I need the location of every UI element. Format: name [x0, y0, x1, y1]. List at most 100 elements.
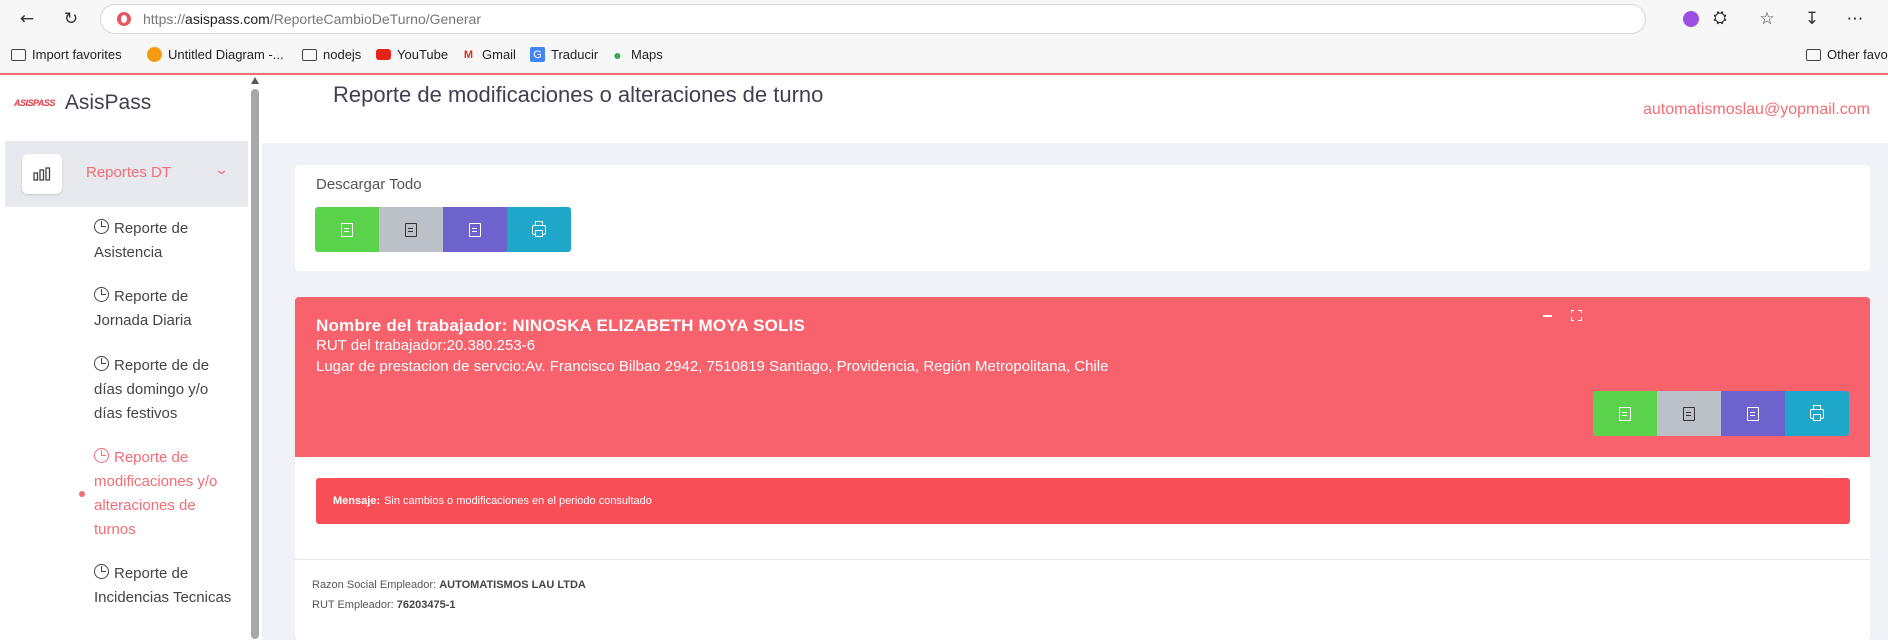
- worker-card: Nombre del trabajador: NINOSKA ELIZABETH…: [295, 297, 1870, 640]
- excel-icon: [1619, 406, 1631, 421]
- bookmark-label: Import favorites: [32, 47, 122, 62]
- download-all-buttons: [315, 207, 571, 252]
- page-header: Reporte de modificaciones o alteraciones…: [262, 75, 1888, 143]
- bookmark-nodejs[interactable]: nodejs: [302, 47, 361, 62]
- bookmark-other-favorites[interactable]: Other favor: [1806, 47, 1888, 62]
- translate-icon: G: [530, 47, 545, 62]
- sidebar-section-label: Reportes DT: [86, 164, 172, 181]
- main-content: Reporte de modificaciones o alteraciones…: [262, 75, 1888, 640]
- favorites-icon[interactable]: ☆: [1755, 7, 1779, 31]
- employer-name-value: AUTOMATISMOS LAU LTDA: [439, 579, 586, 591]
- divider: [295, 559, 1870, 560]
- bookmark-label: nodejs: [323, 47, 362, 62]
- clock-icon: [94, 287, 109, 302]
- scroll-up-icon[interactable]: [251, 77, 259, 84]
- scroll-thumb[interactable]: [251, 89, 259, 639]
- sidebar-item-label: Reporte de Incidencias Tecnicas: [94, 565, 232, 606]
- bookmark-label: Gmail: [482, 47, 516, 62]
- drawio-icon: [147, 47, 162, 62]
- print-all-button[interactable]: [507, 207, 571, 252]
- employer-rut-label: RUT Empleador:: [312, 599, 394, 611]
- sidebar-item-modificaciones-turnos[interactable]: Reporte de modificaciones y/o alteracion…: [94, 446, 234, 542]
- word-icon: [469, 222, 481, 237]
- bookmark-import-favorites[interactable]: Import favorites: [11, 47, 122, 62]
- sidebar-item-label: Reporte de modificaciones y/o alteracion…: [94, 449, 218, 538]
- maps-icon: ●: [613, 46, 622, 63]
- browser-toolbar: ← ↻ https://asispass.com/ReporteCambioDe…: [0, 0, 1888, 38]
- clock-icon: [94, 448, 109, 463]
- sidebar: ASISPASS AsisPass Reportes DT ⌄ Reporte …: [0, 75, 262, 640]
- brand-logo: ASISPASS: [14, 98, 55, 108]
- gmail-icon: M: [463, 48, 474, 61]
- sidebar-section-reportes-dt[interactable]: Reportes DT ⌄: [5, 141, 248, 207]
- worker-rut: RUT del trabajador:20.380.253-6: [316, 337, 536, 354]
- download-word-button[interactable]: [443, 207, 507, 252]
- pdf-icon: [405, 222, 417, 237]
- address-bar[interactable]: https://asispass.com/ReporteCambioDeTurn…: [100, 4, 1646, 34]
- sidebar-item-domingos-festivos[interactable]: Reporte de de días domingo y/o días fest…: [94, 354, 234, 426]
- folder-icon: [302, 48, 317, 61]
- url-text: https://asispass.com/ReporteCambioDeTurn…: [143, 11, 481, 27]
- import-icon: [11, 48, 26, 61]
- sidebar-item-incidencias-tecnicas[interactable]: Reporte de Incidencias Tecnicas: [94, 562, 234, 610]
- message-alert: Mensaje: Sin cambios o modificaciones en…: [316, 478, 1850, 524]
- clock-icon: [94, 219, 109, 234]
- download-excel-button[interactable]: [315, 207, 379, 252]
- active-indicator-dot: [79, 491, 85, 497]
- pdf-icon: [1683, 406, 1695, 421]
- worker-print-button[interactable]: [1785, 391, 1849, 436]
- sidebar-item-asistencia[interactable]: Reporte de Asistencia: [94, 217, 234, 265]
- bookmark-label: Maps: [631, 47, 663, 62]
- clock-icon: [94, 356, 109, 371]
- worker-download-buttons: [1593, 391, 1849, 436]
- download-pdf-button[interactable]: [379, 207, 443, 252]
- bookmark-label: Traducir: [551, 47, 599, 62]
- sidebar-item-label: Reporte de de días domingo y/o días fest…: [94, 357, 210, 422]
- worker-name: Nombre del trabajador: NINOSKA ELIZABETH…: [316, 316, 806, 335]
- worker-service-place: Lugar de prestacion de servcio:Av. Franc…: [316, 358, 1109, 375]
- brand[interactable]: ASISPASS AsisPass: [14, 91, 151, 115]
- worker-excel-button[interactable]: [1593, 391, 1657, 436]
- minimize-icon[interactable]: [1543, 315, 1552, 317]
- message-label: Mensaje:: [333, 495, 381, 507]
- bookmarks-bar: Import favorites Untitled Diagram -... n…: [0, 38, 1888, 72]
- chevron-down-icon: ⌄: [213, 163, 230, 178]
- bookmark-youtube[interactable]: YouTube: [376, 47, 448, 62]
- employer-name-label: Razon Social Empleador:: [312, 579, 437, 591]
- bar-chart-icon: [22, 154, 62, 194]
- brand-name: AsisPass: [64, 91, 152, 114]
- worker-word-button[interactable]: [1721, 391, 1785, 436]
- worker-pdf-button[interactable]: [1657, 391, 1721, 436]
- employer-name-line: Razon Social Empleador: AUTOMATISMOS LAU…: [312, 579, 586, 591]
- download-all-card: Descargar Todo: [295, 165, 1870, 271]
- bookmark-untitled-diagram[interactable]: Untitled Diagram -...: [147, 47, 284, 62]
- sidebar-scrollbar[interactable]: [248, 75, 262, 640]
- site-favicon-icon: [117, 12, 131, 26]
- refresh-icon[interactable]: ↻: [59, 7, 83, 31]
- youtube-icon: [376, 49, 391, 60]
- message-text: Sin cambios o modificaciones en el perio…: [384, 495, 652, 507]
- worker-card-header: Nombre del trabajador: NINOSKA ELIZABETH…: [295, 297, 1870, 457]
- copilot-icon[interactable]: [1679, 7, 1703, 31]
- sidebar-item-jornada-diaria[interactable]: Reporte de Jornada Diaria: [94, 285, 234, 333]
- employer-rut-line: RUT Empleador: 76203475-1: [312, 599, 456, 611]
- bookmark-gmail[interactable]: M Gmail: [461, 47, 516, 62]
- excel-icon: [341, 222, 353, 237]
- user-email[interactable]: automatismoslau@yopmail.com: [1643, 101, 1870, 119]
- extensions-icon[interactable]: ⛭: [1708, 6, 1732, 30]
- employer-rut-value: 76203475-1: [396, 599, 456, 611]
- word-icon: [1747, 406, 1759, 421]
- clock-icon: [94, 564, 109, 579]
- expand-icon[interactable]: [1570, 309, 1582, 321]
- bookmark-label: YouTube: [397, 47, 449, 62]
- page-title: Reporte de modificaciones o alteraciones…: [333, 82, 824, 107]
- back-icon[interactable]: ←: [15, 7, 39, 31]
- more-icon[interactable]: ⋯: [1843, 7, 1867, 31]
- bookmark-label: Other favor: [1827, 47, 1888, 62]
- folder-icon: [1806, 48, 1821, 61]
- print-icon: [532, 220, 546, 237]
- downloads-icon[interactable]: ↧: [1800, 7, 1824, 31]
- bookmark-traducir[interactable]: G Traducir: [530, 47, 598, 62]
- print-icon: [1810, 404, 1824, 421]
- bookmark-maps[interactable]: ● Maps: [610, 46, 663, 63]
